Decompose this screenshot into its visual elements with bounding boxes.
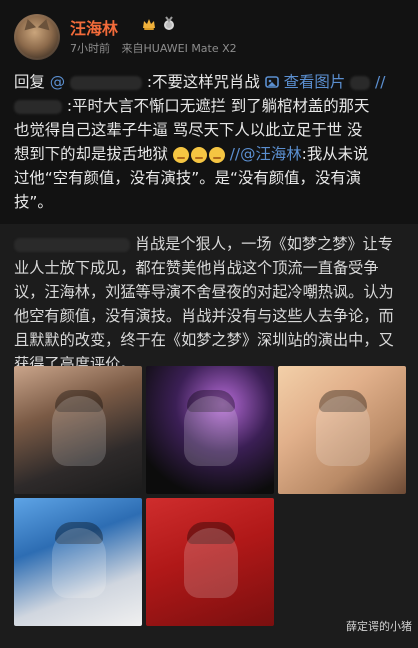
content-line-4-tail: :我从未说 — [301, 145, 369, 163]
medal-icon — [164, 16, 174, 30]
reply-text: :不要这样咒肖战 — [146, 73, 260, 91]
redacted-username — [70, 75, 142, 90]
emoji-face-3 — [208, 146, 225, 163]
reply-mention[interactable]: @ — [50, 73, 65, 91]
content-line-2-text: :平时大言不惭口无遮拦 到了躺棺材盖的那天 — [66, 97, 370, 115]
post-source: 来自HUAWEI Mate X2 — [121, 42, 237, 55]
retweet-text-block: 肖战是个狠人，一场《如梦之梦》让专业人士放下成见，都在赞美他肖战这个顶流一直备受… — [14, 232, 406, 376]
username[interactable]: 汪海林 — [70, 15, 118, 39]
watermark-text: 薛定谔的小猪 — [346, 620, 412, 633]
content-line-4-text: 想到下的却是拔舌地狱 — [14, 145, 168, 163]
content-line-6: 技”。 — [14, 193, 53, 211]
retweet-image-4[interactable] — [14, 498, 142, 626]
post-time: 7小时前 — [70, 42, 110, 55]
user-badges — [141, 16, 176, 32]
photo-person — [184, 528, 238, 598]
content-line-2: :平时大言不惭口无遮拦 到了躺棺材盖的那天 — [14, 94, 406, 118]
view-image-label: 查看图片 — [283, 73, 346, 91]
repost-separator: // — [375, 73, 386, 91]
retweet-text: 肖战是个狠人，一场《如梦之梦》让专业人士放下成见，都在赞美他肖战这个顶流一直备受… — [14, 235, 394, 373]
avatar-cat-ear-right — [37, 17, 53, 31]
content-line-4: 想到下的却是拔舌地狱 //@汪海林:我从未说 — [14, 142, 406, 166]
photo-person — [316, 396, 370, 466]
photo-person — [52, 396, 106, 466]
post-meta: 7小时前 来自HUAWEI Mate X2 — [70, 40, 245, 56]
emoji-face-1 — [172, 146, 189, 163]
avatar-cat-ear-left — [21, 17, 37, 31]
content-line-3: 也觉得自己这辈子牛逼 骂尽天下人以此立足于世 没 — [14, 121, 363, 139]
retweet-image-5[interactable] — [146, 498, 274, 626]
retweet-image-2[interactable] — [146, 366, 274, 494]
mention-wanghailin[interactable]: //@汪海林 — [230, 145, 302, 163]
emoji-row — [172, 146, 225, 163]
redacted-end — [350, 75, 371, 90]
post-content: 回复 @ :不要这样咒肖战 查看图片 // :平时大言不惭口无遮拦 到了躺棺材盖… — [14, 70, 406, 214]
content-line-1: 回复 @ :不要这样咒肖战 查看图片 // — [14, 70, 406, 94]
emoji-face-2 — [190, 146, 207, 163]
crown-icon — [143, 19, 155, 30]
retweet-image-1[interactable] — [14, 366, 142, 494]
post-header: 汪海林 7小时前 来自HUAWEI Mate X2 — [0, 0, 418, 62]
image-icon — [264, 76, 279, 88]
content-line-5: 过他“空有颜值，没有演技”。是“没有颜值，没有演 — [14, 169, 362, 187]
retweet-image-3[interactable] — [278, 366, 406, 494]
photo-person — [184, 396, 238, 466]
retweet-card[interactable]: 肖战是个狠人，一场《如梦之梦》让专业人士放下成见，都在赞美他肖战这个顶流一直备受… — [0, 224, 418, 648]
photo-person — [52, 528, 106, 598]
view-image-link[interactable]: 查看图片 — [264, 73, 350, 91]
reply-prefix: 回复 — [14, 73, 45, 91]
redacted-name — [14, 99, 62, 114]
avatar[interactable] — [14, 14, 60, 60]
redacted-retweet-author — [14, 237, 130, 252]
